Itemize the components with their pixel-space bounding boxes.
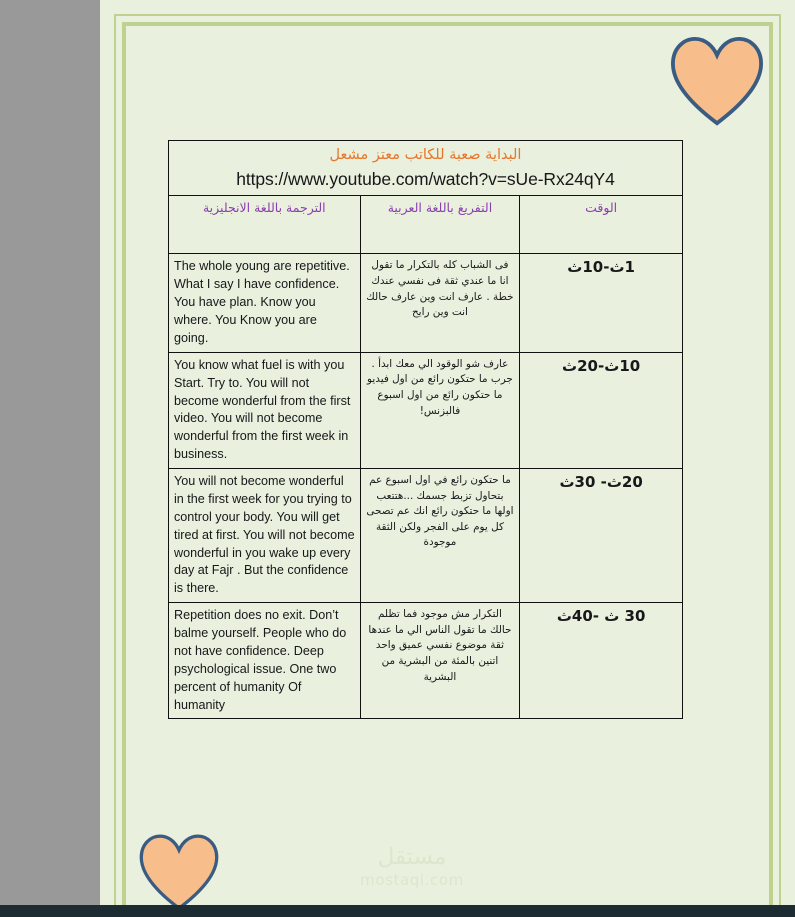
cell-english: You know what fuel is with you Start. Tr… [168,351,361,470]
table-row: Repetition does no exit. Don’t balme you… [168,602,683,720]
cell-time: 1ث-10ث [519,253,683,353]
column-header-english: الترجمة باللغة الانجليزية [168,195,361,255]
watermark: مستقل mostaql.com [332,844,492,890]
column-header-time: الوقت [519,195,683,255]
table-banner-row: البداية صعبة للكاتب معتز مشعل https://ww… [168,139,683,197]
transcript-table: البداية صعبة للكاتب معتز مشعل https://ww… [168,139,683,720]
cell-arabic: ما حتكون رائع في اول اسبوع عم بتحاول تزب… [359,467,521,604]
heart-icon-top-right [670,36,764,126]
column-header-arabic: التفريغ باللغة العربية [359,195,521,255]
cell-arabic: عارف شو الوقود الي معك ابدأ . جرب ما حتك… [359,351,521,470]
cell-arabic: فى الشباب كله بالتكرار ما تقول انا ما عن… [359,253,521,353]
cell-arabic: التكرار مش موجود فما تظلم حالك ما تقول ا… [359,602,521,720]
table-row: You will not become wonderful in the fir… [168,467,683,604]
banner-url: https://www.youtube.com/watch?v=sUe-Rx24… [236,168,615,189]
cell-english: Repetition does no exit. Don’t balme you… [168,602,361,720]
banner-cell: البداية صعبة للكاتب معتز مشعل https://ww… [168,139,683,197]
watermark-arabic-text: مستقل [377,844,447,870]
table-row: You know what fuel is with you Start. Tr… [168,351,683,470]
cell-time: 20ث- 30ث [519,467,683,604]
document-page: البداية صعبة للكاتب معتز مشعل https://ww… [100,0,795,905]
table-header-row: الترجمة باللغة الانجليزية التفريغ باللغة… [168,195,683,255]
banner-title: البداية صعبة للكاتب معتز مشعل [329,147,522,163]
table-row: The whole young are repetitive. What I s… [168,253,683,353]
watermark-latin-text: mostaql.com [360,871,464,890]
cell-time: 30 ث -40ث [519,602,683,720]
cell-english: The whole young are repetitive. What I s… [168,253,361,353]
heart-icon-bottom-left [139,834,219,905]
cell-english: You will not become wonderful in the fir… [168,467,361,604]
cell-time: 10ث-20ث [519,351,683,470]
bottom-bar [0,905,795,917]
